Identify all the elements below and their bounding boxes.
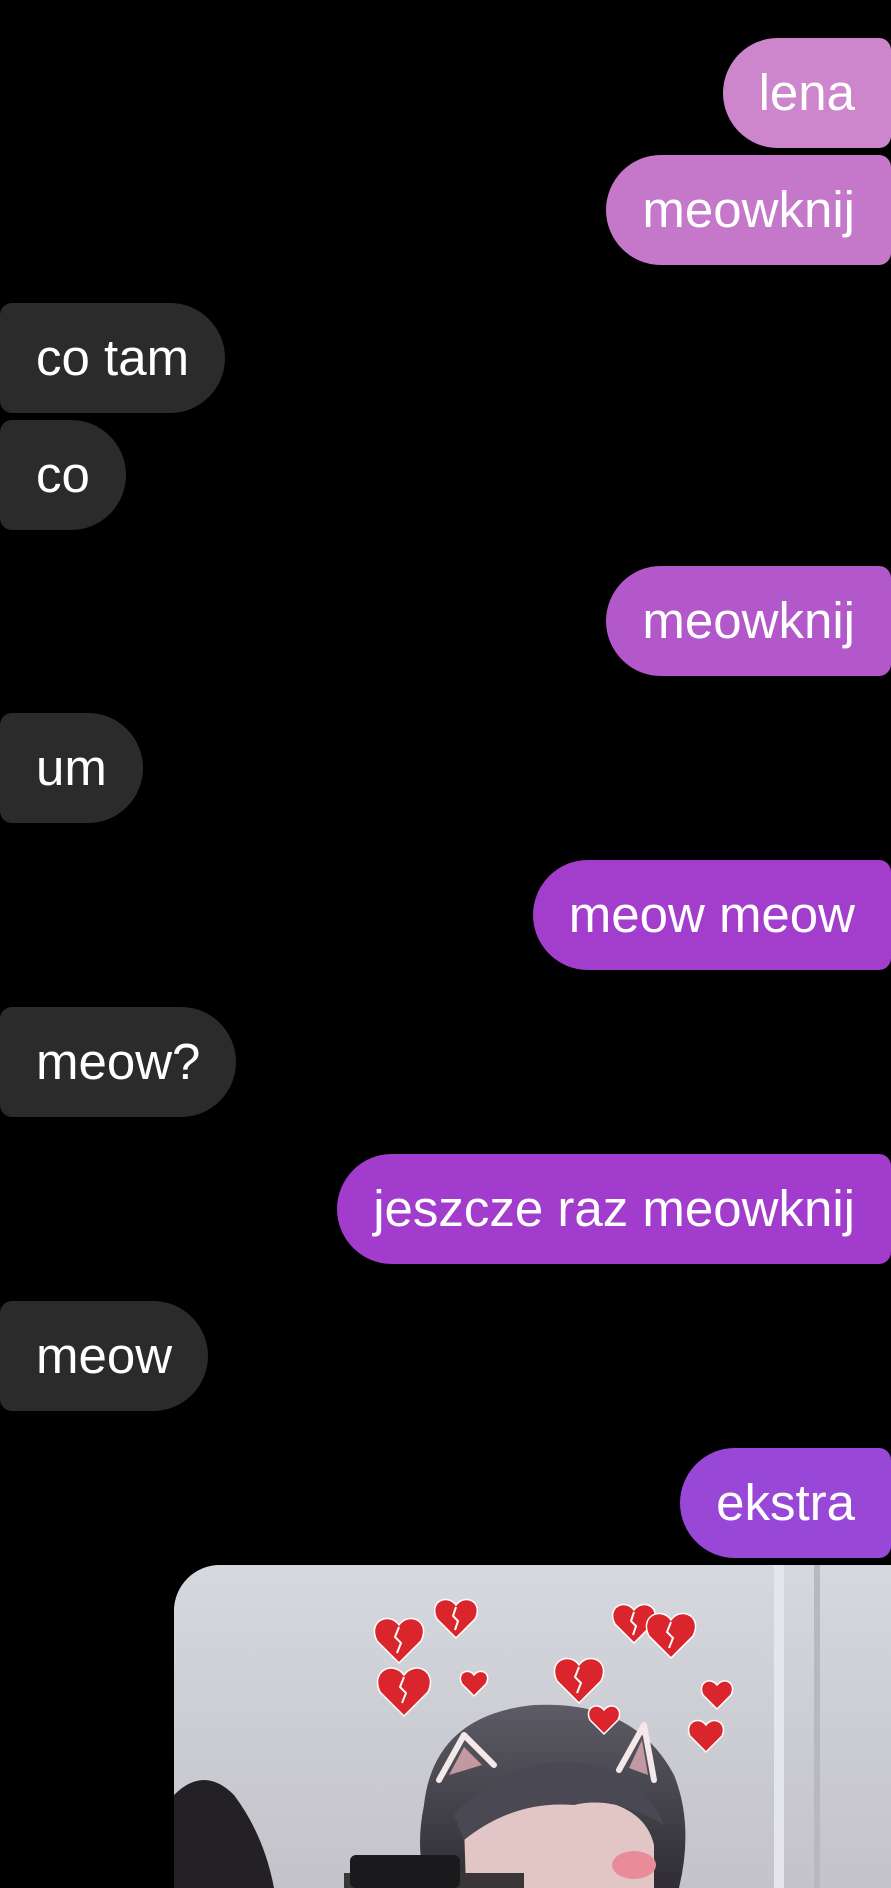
outgoing-message[interactable]: jeszcze raz meowknij	[337, 1154, 891, 1264]
outgoing-message[interactable]: meowknij	[606, 155, 891, 265]
incoming-message[interactable]: meow	[0, 1301, 209, 1411]
outgoing-message[interactable]: meowknij	[606, 566, 891, 676]
incoming-message[interactable]: co	[0, 420, 126, 530]
chat-thread: lena meowknij co tam co meowknij um meow…	[0, 0, 891, 1888]
outgoing-message[interactable]: lena	[722, 38, 891, 148]
photo-attachment[interactable]	[174, 1565, 891, 1888]
incoming-message[interactable]: meow?	[0, 1007, 237, 1117]
photo-image	[174, 1565, 891, 1888]
outgoing-message[interactable]: ekstra	[680, 1448, 891, 1558]
incoming-message[interactable]: um	[0, 713, 143, 823]
outgoing-message[interactable]: meow meow	[532, 860, 891, 970]
incoming-message[interactable]: co tam	[0, 303, 226, 413]
